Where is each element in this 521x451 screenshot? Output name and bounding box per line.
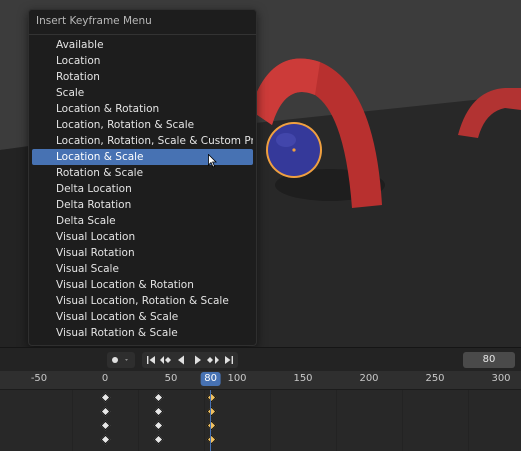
menu-divider [29, 34, 256, 35]
play-icon[interactable] [195, 355, 201, 365]
grid-line [336, 390, 337, 451]
menu-item[interactable]: Visual Location, Rotation & Scale [32, 293, 253, 309]
record-button[interactable] [107, 352, 135, 368]
grid-line [204, 390, 205, 451]
menu-item[interactable]: Delta Scale [32, 213, 253, 229]
jump-start-icon[interactable] [147, 356, 155, 364]
menu-item[interactable]: Visual Scale [32, 261, 253, 277]
menu-item[interactable]: Visual Rotation & Scale [32, 325, 253, 341]
keyframe-diamond[interactable] [206, 434, 217, 445]
keyframe-diamond[interactable] [100, 392, 111, 403]
keyframe-diamond[interactable] [153, 434, 164, 445]
timeline-ruler[interactable]: -50 0 50 100 150 200 250 300 80 [0, 371, 521, 390]
menu-items-list: Available Location Rotation Scale Location &… [32, 37, 253, 341]
ruler-tick-label: 0 [101, 373, 109, 384]
keyframe-diamond[interactable] [153, 420, 164, 431]
menu-item[interactable]: Location & Scale [32, 149, 253, 165]
timeline-keyframe-area[interactable] [0, 390, 521, 451]
menu-item[interactable]: Scale [32, 85, 253, 101]
jump-end-icon[interactable] [225, 356, 233, 364]
menu-item[interactable]: Visual Location & Rotation [32, 277, 253, 293]
menu-item[interactable]: Location, Rotation, Scale & Custom Prope… [32, 133, 253, 149]
menu-item[interactable]: Visual Rotation [32, 245, 253, 261]
ruler-tick-label: 150 [293, 373, 313, 384]
menu-item[interactable]: Visual Location [32, 229, 253, 245]
keyframe-diamond[interactable] [153, 406, 164, 417]
ruler-tick-label: 200 [359, 373, 379, 384]
grid-line [138, 390, 139, 451]
grid-line [468, 390, 469, 451]
insert-keyframe-menu: Insert Keyframe Menu Available Location Ro… [28, 9, 257, 346]
current-frame-indicator[interactable]: 80 [200, 372, 221, 386]
menu-item[interactable]: Location, Rotation & Scale [32, 117, 253, 133]
keyframe-diamond[interactable] [206, 420, 217, 431]
keyframe-diamond[interactable] [153, 392, 164, 403]
timeline-header: 80 [0, 347, 521, 372]
keyframe-diamond[interactable] [206, 392, 217, 403]
current-frame-field[interactable]: 80 [463, 352, 515, 368]
menu-item[interactable]: Rotation [32, 69, 253, 85]
ruler-tick-label: 300 [491, 373, 511, 384]
menu-item[interactable]: Rotation & Scale [32, 165, 253, 181]
menu-item[interactable]: Visual Location & Scale [32, 309, 253, 325]
playhead-line[interactable] [210, 390, 211, 451]
menu-item[interactable]: Available [32, 37, 253, 53]
keyframe-diamond[interactable] [206, 406, 217, 417]
menu-title: Insert Keyframe Menu [36, 15, 152, 27]
ruler-tick-label: 250 [425, 373, 445, 384]
prev-keyframe-icon[interactable] [160, 356, 171, 364]
playback-controls [142, 352, 238, 368]
menu-item[interactable]: Delta Rotation [32, 197, 253, 213]
keyframe-diamond[interactable] [100, 406, 111, 417]
menu-item[interactable]: Delta Location [32, 181, 253, 197]
next-keyframe-icon[interactable] [207, 356, 219, 364]
ruler-tick-label: -50 [30, 373, 48, 384]
play-reverse-icon[interactable] [178, 355, 184, 365]
menu-item[interactable]: Location [32, 53, 253, 69]
grid-line [72, 390, 73, 451]
keyframe-diamond[interactable] [100, 434, 111, 445]
record-icon [112, 357, 128, 363]
grid-line [402, 390, 403, 451]
keyframe-diamond[interactable] [100, 420, 111, 431]
mouse-cursor-icon [208, 154, 217, 168]
ruler-tick-label: 50 [164, 373, 178, 384]
ruler-tick-label: 100 [227, 373, 247, 384]
grid-line [270, 390, 271, 451]
menu-item[interactable]: Location & Rotation [32, 101, 253, 117]
